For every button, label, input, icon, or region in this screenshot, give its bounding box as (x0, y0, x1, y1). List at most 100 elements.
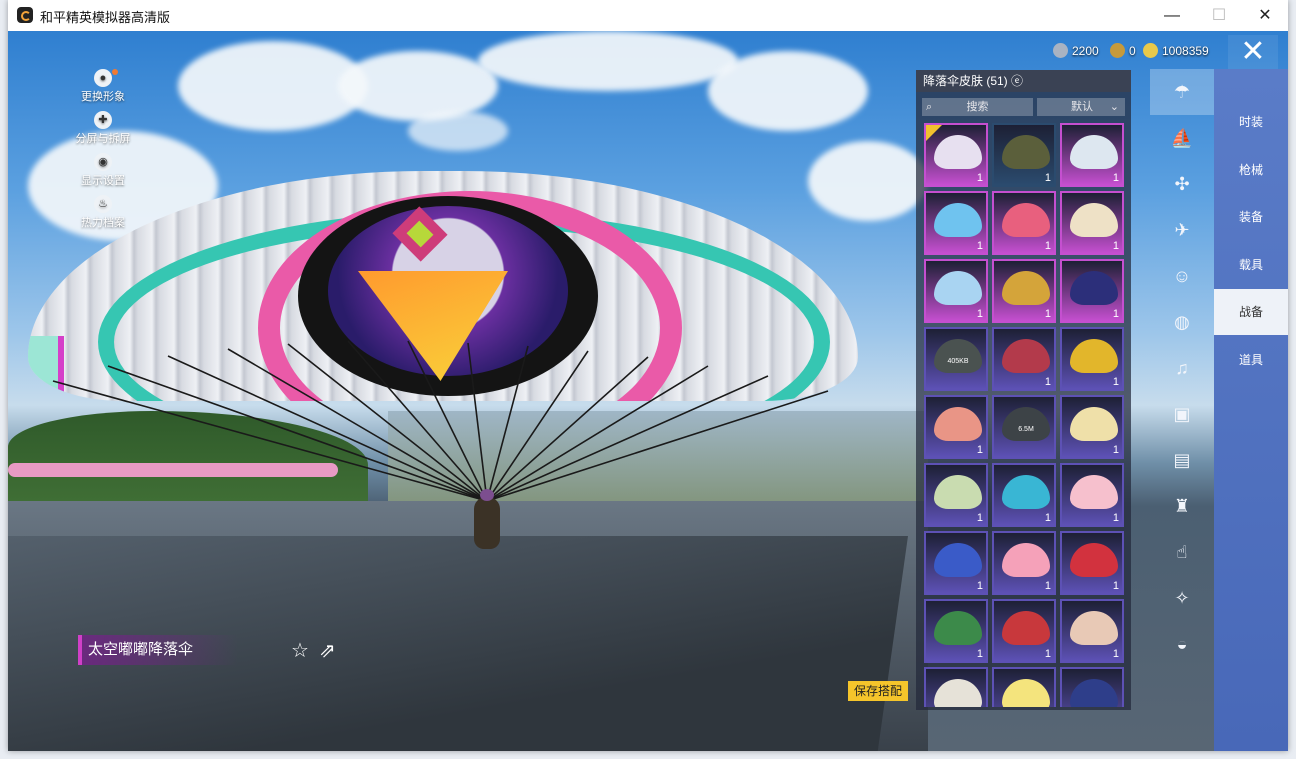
parachute-skin-item[interactable]: 1 (1060, 327, 1124, 391)
parachute-thumbnail (934, 611, 982, 645)
boat-icon[interactable]: ⛵ (1150, 115, 1214, 161)
parachute-skin-item[interactable] (992, 667, 1056, 707)
silver-coin-icon (1053, 43, 1068, 58)
tab-5[interactable]: 道具 (1214, 337, 1288, 383)
tab-0[interactable]: 时装 (1214, 99, 1288, 145)
info-icon[interactable]: ⓔ (1011, 74, 1023, 88)
wand-icon[interactable]: ✧ (1150, 575, 1214, 621)
title-bar: 和平精英模拟器高清版 — ☐ ✕ (8, 0, 1288, 31)
parachute-skin-item[interactable]: 1 (1060, 395, 1124, 459)
parachute-skin-item[interactable]: 1 (992, 463, 1056, 527)
download-size: 6.5M (1018, 426, 1034, 433)
gold-currency[interactable]: 1008359 (1143, 41, 1209, 61)
minimize-button[interactable]: — (1149, 0, 1195, 31)
chat-icon[interactable]: ▣ (1150, 391, 1214, 437)
parachute-skin-item[interactable]: 1 (992, 259, 1056, 323)
parachute-skin-item[interactable] (1060, 667, 1124, 707)
face-icon[interactable]: ☺ (1150, 253, 1214, 299)
tab-1[interactable]: 枪械 (1214, 147, 1288, 193)
parachute-skin-item[interactable] (924, 667, 988, 707)
game-viewport[interactable]: ● 更换形象 ✚ 分屏与拆屏 ◉ 显示设置 ♨ 热力档案 2200 0 1008… (8, 31, 1288, 751)
item-panel: 降落伞皮肤 (51) ⓔ ⌕ 搜索 默认 ⌄ 1 1 1 1 1 1 1 1 1 405KB 1 1 1 6.… (916, 70, 1131, 710)
eye-icon: ◉ (94, 153, 112, 171)
parachute-skin-item[interactable]: 1 (992, 123, 1056, 187)
parachute-skin-item[interactable]: 1 (924, 599, 988, 663)
parachute-skin-item[interactable]: 1 (1060, 191, 1124, 255)
parachute-lines (52, 340, 829, 502)
parachute-skin-item[interactable]: 1 (924, 531, 988, 595)
split-screen-icon: ✚ (94, 111, 112, 129)
parachute-thumbnail (1070, 339, 1118, 373)
heat-archive-button[interactable]: ♨ 热力档案 (68, 195, 138, 230)
parachute-thumbnail (1002, 611, 1050, 645)
parachute-skin-item[interactable]: 1 (1060, 599, 1124, 663)
download-size: 405KB (947, 358, 969, 365)
parachute-thumbnail (1002, 203, 1050, 237)
item-count: 1 (1044, 240, 1051, 252)
selected-check-icon (926, 125, 942, 141)
close-icon[interactable]: ✕ (1228, 35, 1278, 69)
parachute-thumbnail (1070, 271, 1118, 305)
badge-currency[interactable]: 0 (1110, 41, 1136, 61)
item-grid: 1 1 1 1 1 1 1 1 1 405KB 1 1 1 6.5M 1 1 1 1 1 1 1 1 1 1 (924, 123, 1127, 707)
spray-icon[interactable]: ♜ (1150, 483, 1214, 529)
parachute-skin-item[interactable]: 405KB (924, 327, 988, 391)
landing-icon[interactable]: ◒ (1150, 621, 1214, 667)
item-count: 1 (1044, 308, 1051, 320)
display-settings-button[interactable]: ◉ 显示设置 (68, 153, 138, 188)
item-count: 1 (1112, 444, 1119, 456)
favorite-star-icon[interactable]: ☆ (291, 638, 309, 663)
item-count: 1 (1044, 512, 1051, 524)
drone-icon[interactable]: ✣ (1150, 161, 1214, 207)
parachute-icon[interactable]: ☂ (1150, 69, 1214, 115)
parachute-skin-item[interactable]: 1 (924, 259, 988, 323)
parachute-thumbnail (934, 271, 982, 305)
parachute-thumbnail (1002, 475, 1050, 509)
parachute-skin-item[interactable]: 1 (924, 123, 988, 187)
item-count: 1 (1044, 648, 1051, 660)
parachute-thumbnail (1070, 135, 1118, 169)
close-window-button[interactable]: ✕ (1242, 0, 1288, 31)
speaker-icon[interactable]: ♫ (1150, 345, 1214, 391)
badge-amount: 0 (1129, 44, 1136, 58)
tab-2[interactable]: 装备 (1214, 194, 1288, 240)
parachute-skin-item[interactable]: 1 (992, 327, 1056, 391)
gold-coin-icon (1143, 43, 1158, 58)
tab-3[interactable]: 载具 (1214, 242, 1288, 288)
parachute-skin-item[interactable]: 1 (1060, 531, 1124, 595)
item-count: 1 (1044, 580, 1051, 592)
robot-icon[interactable]: ◍ (1150, 299, 1214, 345)
plane-icon[interactable]: ✈ (1150, 207, 1214, 253)
parachute-thumbnail (934, 407, 982, 441)
item-count: 1 (976, 648, 983, 660)
parachute-skin-item[interactable]: 1 (992, 191, 1056, 255)
sort-dropdown[interactable]: 默认 ⌄ (1037, 98, 1125, 116)
parachute-skin-item[interactable]: 1 (992, 531, 1056, 595)
display-settings-label: 显示设置 (81, 175, 125, 187)
app-logo-icon (17, 7, 33, 23)
parachute-skin-item[interactable]: 1 (924, 191, 988, 255)
tab-4[interactable]: 战备 (1214, 289, 1288, 335)
parachute-skin-item[interactable]: 1 (1060, 463, 1124, 527)
save-outfit-button[interactable]: 保存搭配 (848, 681, 909, 701)
parachute-skin-item[interactable]: 1 (1060, 259, 1124, 323)
silver-currency[interactable]: 2200 (1053, 41, 1099, 61)
item-count: 1 (976, 308, 983, 320)
split-screen-button[interactable]: ✚ 分屏与拆屏 (68, 111, 138, 146)
parachute-skin-item[interactable]: 1 (924, 395, 988, 459)
search-label: 搜索 (966, 101, 989, 113)
maximize-button[interactable]: ☐ (1196, 0, 1242, 31)
parachute-skin-item[interactable]: 1 (1060, 123, 1124, 187)
hand-icon[interactable]: ☝ (1150, 529, 1214, 575)
parachute-skin-item[interactable]: 6.5M (992, 395, 1056, 459)
change-appearance-button[interactable]: ● 更换形象 (68, 69, 138, 104)
sort-label: 默认 (1071, 101, 1093, 113)
silver-amount: 2200 (1072, 44, 1099, 58)
photo-icon[interactable]: ▤ (1150, 437, 1214, 483)
share-icon[interactable]: ⇗ (319, 638, 336, 663)
parachute-thumbnail (1002, 543, 1050, 577)
parachute-skin-item[interactable]: 1 (924, 463, 988, 527)
parachute-skin-item[interactable]: 1 (992, 599, 1056, 663)
search-input[interactable]: ⌕ 搜索 (922, 98, 1033, 116)
tab-bar: 时装 枪械 装备 载具 战备 道具 (1214, 69, 1288, 751)
